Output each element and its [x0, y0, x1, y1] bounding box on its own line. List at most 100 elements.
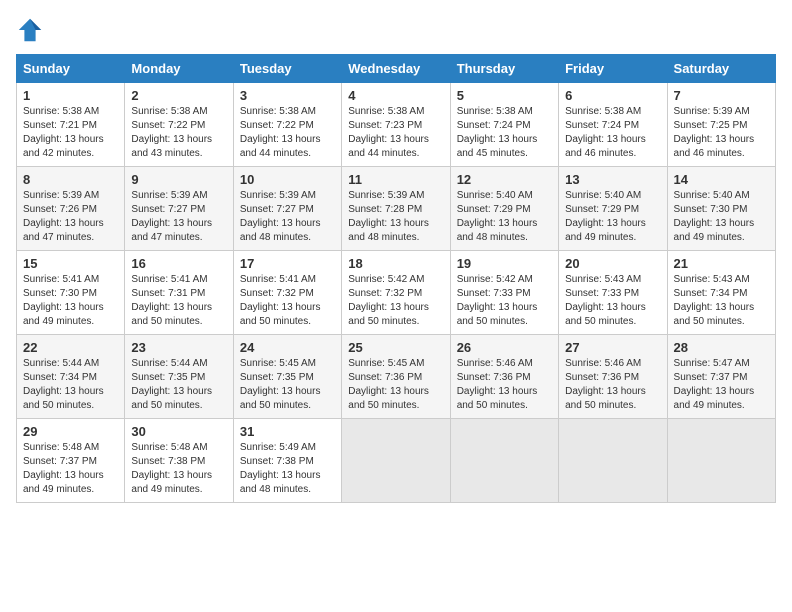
day-info: Sunrise: 5:39 AM Sunset: 7:28 PM Dayligh… [348, 189, 443, 245]
day-number: 10 [240, 172, 335, 187]
calendar-cell: 14Sunrise: 5:40 AM Sunset: 7:30 PM Dayli… [667, 167, 775, 251]
day-info: Sunrise: 5:39 AM Sunset: 7:25 PM Dayligh… [674, 105, 769, 161]
day-info: Sunrise: 5:38 AM Sunset: 7:23 PM Dayligh… [348, 105, 443, 161]
calendar-cell: 9 Sunrise: 5:39 AM Sunset: 7:27 PM Daylig… [125, 167, 233, 251]
day-number: 28 [674, 340, 769, 355]
day-number: 21 [674, 256, 769, 271]
column-header-friday: Friday [559, 55, 667, 83]
calendar-cell: 31 Sunrise: 5:49 AM Sunset: 7:38 PM Dayli… [233, 419, 341, 503]
day-info: Sunrise: 5:46 AM Sunset: 7:36 PM Dayligh… [565, 357, 660, 413]
day-number: 9 [131, 172, 226, 187]
logo-icon [16, 16, 44, 44]
calendar-cell: 12 Sunrise: 5:40 AM Sunset: 7:29 PM Dayli… [450, 167, 558, 251]
day-info: Sunrise: 5:41 AM Sunset: 7:30 PM Dayligh… [23, 273, 118, 329]
calendar-cell: 6 Sunrise: 5:38 AM Sunset: 7:24 PM Daylig… [559, 83, 667, 167]
day-number: 13 [565, 172, 660, 187]
calendar-cell: 27 Sunrise: 5:46 AM Sunset: 7:36 PM Dayli… [559, 335, 667, 419]
day-info: Sunrise: 5:41 AM Sunset: 7:31 PM Dayligh… [131, 273, 226, 329]
calendar-cell: 10 Sunrise: 5:39 AM Sunset: 7:27 PM Dayli… [233, 167, 341, 251]
day-number: 15 [23, 256, 118, 271]
calendar-cell: 29 Sunrise: 5:48 AM Sunset: 7:37 PM Dayli… [17, 419, 125, 503]
calendar-table: SundayMondayTuesdayWednesdayThursdayFrid… [16, 54, 776, 503]
day-number: 12 [457, 172, 552, 187]
day-info: Sunrise: 5:38 AM Sunset: 7:24 PM Dayligh… [565, 105, 660, 161]
day-info: Sunrise: 5:39 AM Sunset: 7:26 PM Dayligh… [23, 189, 118, 245]
day-number: 4 [348, 88, 443, 103]
day-number: 18 [348, 256, 443, 271]
day-info: Sunrise: 5:45 AM Sunset: 7:36 PM Dayligh… [348, 357, 443, 413]
calendar-cell: 17 Sunrise: 5:41 AM Sunset: 7:32 PM Dayli… [233, 251, 341, 335]
day-number: 6 [565, 88, 660, 103]
calendar-cell: 25 Sunrise: 5:45 AM Sunset: 7:36 PM Dayli… [342, 335, 450, 419]
calendar-week-row: 15 Sunrise: 5:41 AM Sunset: 7:30 PM Dayli… [17, 251, 776, 335]
day-info: Sunrise: 5:38 AM Sunset: 7:21 PM Dayligh… [23, 105, 118, 161]
calendar-cell: 4 Sunrise: 5:38 AM Sunset: 7:23 PM Daylig… [342, 83, 450, 167]
day-info: Sunrise: 5:42 AM Sunset: 7:32 PM Dayligh… [348, 273, 443, 329]
column-header-sunday: Sunday [17, 55, 125, 83]
calendar-cell [559, 419, 667, 503]
day-number: 27 [565, 340, 660, 355]
day-number: 16 [131, 256, 226, 271]
day-number: 29 [23, 424, 118, 439]
day-info: Sunrise: 5:44 AM Sunset: 7:35 PM Dayligh… [131, 357, 226, 413]
calendar-cell: 22Sunrise: 5:44 AM Sunset: 7:34 PM Dayli… [17, 335, 125, 419]
calendar-cell: 15 Sunrise: 5:41 AM Sunset: 7:30 PM Dayli… [17, 251, 125, 335]
calendar-cell: 30Sunrise: 5:48 AM Sunset: 7:38 PM Dayli… [125, 419, 233, 503]
day-info: Sunrise: 5:39 AM Sunset: 7:27 PM Dayligh… [240, 189, 335, 245]
day-number: 26 [457, 340, 552, 355]
day-info: Sunrise: 5:40 AM Sunset: 7:29 PM Dayligh… [565, 189, 660, 245]
day-info: Sunrise: 5:38 AM Sunset: 7:22 PM Dayligh… [131, 105, 226, 161]
calendar-cell: 19Sunrise: 5:42 AM Sunset: 7:33 PM Dayli… [450, 251, 558, 335]
day-info: Sunrise: 5:47 AM Sunset: 7:37 PM Dayligh… [674, 357, 769, 413]
day-number: 8 [23, 172, 118, 187]
day-number: 31 [240, 424, 335, 439]
day-number: 1 [23, 88, 118, 103]
day-info: Sunrise: 5:38 AM Sunset: 7:22 PM Dayligh… [240, 105, 335, 161]
calendar-cell: 3 Sunrise: 5:38 AM Sunset: 7:22 PM Daylig… [233, 83, 341, 167]
page-header [16, 16, 776, 44]
calendar-cell: 1 Sunrise: 5:38 AM Sunset: 7:21 PM Daylig… [17, 83, 125, 167]
day-number: 20 [565, 256, 660, 271]
day-number: 23 [131, 340, 226, 355]
calendar-cell: 21 Sunrise: 5:43 AM Sunset: 7:34 PM Dayli… [667, 251, 775, 335]
day-info: Sunrise: 5:42 AM Sunset: 7:33 PM Dayligh… [457, 273, 552, 329]
calendar-cell: 26 Sunrise: 5:46 AM Sunset: 7:36 PM Dayli… [450, 335, 558, 419]
day-info: Sunrise: 5:38 AM Sunset: 7:24 PM Dayligh… [457, 105, 552, 161]
day-info: Sunrise: 5:48 AM Sunset: 7:37 PM Dayligh… [23, 441, 118, 497]
calendar-week-row: 22Sunrise: 5:44 AM Sunset: 7:34 PM Dayli… [17, 335, 776, 419]
calendar-week-row: 1 Sunrise: 5:38 AM Sunset: 7:21 PM Daylig… [17, 83, 776, 167]
day-number: 3 [240, 88, 335, 103]
day-number: 7 [674, 88, 769, 103]
calendar-cell: 13 Sunrise: 5:40 AM Sunset: 7:29 PM Dayli… [559, 167, 667, 251]
calendar-cell: 5 Sunrise: 5:38 AM Sunset: 7:24 PM Daylig… [450, 83, 558, 167]
day-info: Sunrise: 5:39 AM Sunset: 7:27 PM Dayligh… [131, 189, 226, 245]
day-number: 25 [348, 340, 443, 355]
column-header-monday: Monday [125, 55, 233, 83]
day-number: 14 [674, 172, 769, 187]
calendar-cell: 7 Sunrise: 5:39 AM Sunset: 7:25 PM Daylig… [667, 83, 775, 167]
day-number: 17 [240, 256, 335, 271]
calendar-cell: 24Sunrise: 5:45 AM Sunset: 7:35 PM Dayli… [233, 335, 341, 419]
day-info: Sunrise: 5:49 AM Sunset: 7:38 PM Dayligh… [240, 441, 335, 497]
day-number: 30 [131, 424, 226, 439]
day-info: Sunrise: 5:45 AM Sunset: 7:35 PM Dayligh… [240, 357, 335, 413]
day-number: 5 [457, 88, 552, 103]
day-info: Sunrise: 5:46 AM Sunset: 7:36 PM Dayligh… [457, 357, 552, 413]
calendar-header-row: SundayMondayTuesdayWednesdayThursdayFrid… [17, 55, 776, 83]
day-number: 22 [23, 340, 118, 355]
column-header-saturday: Saturday [667, 55, 775, 83]
calendar-week-row: 29 Sunrise: 5:48 AM Sunset: 7:37 PM Dayli… [17, 419, 776, 503]
calendar-cell: 23 Sunrise: 5:44 AM Sunset: 7:35 PM Dayli… [125, 335, 233, 419]
calendar-cell [342, 419, 450, 503]
day-info: Sunrise: 5:43 AM Sunset: 7:33 PM Dayligh… [565, 273, 660, 329]
day-number: 2 [131, 88, 226, 103]
column-header-tuesday: Tuesday [233, 55, 341, 83]
calendar-body: 1 Sunrise: 5:38 AM Sunset: 7:21 PM Daylig… [17, 83, 776, 503]
day-info: Sunrise: 5:41 AM Sunset: 7:32 PM Dayligh… [240, 273, 335, 329]
calendar-cell [667, 419, 775, 503]
column-header-thursday: Thursday [450, 55, 558, 83]
calendar-cell: 8 Sunrise: 5:39 AM Sunset: 7:26 PM Daylig… [17, 167, 125, 251]
day-info: Sunrise: 5:40 AM Sunset: 7:29 PM Dayligh… [457, 189, 552, 245]
day-info: Sunrise: 5:43 AM Sunset: 7:34 PM Dayligh… [674, 273, 769, 329]
logo [16, 16, 48, 44]
